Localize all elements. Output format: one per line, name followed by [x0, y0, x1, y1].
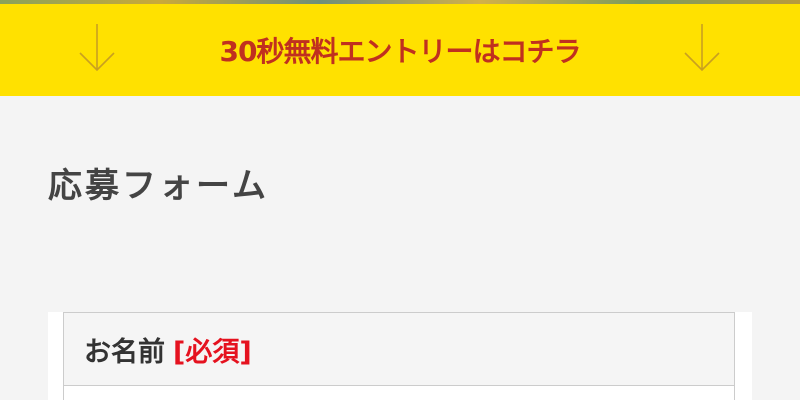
- name-field-label: お名前: [84, 336, 165, 368]
- page: 30秒無料エントリーはコチラ 応募フォーム お名前 [必須]: [0, 0, 800, 400]
- arrow-down-icon: [79, 24, 115, 72]
- form-title: 応募フォーム: [48, 166, 269, 206]
- required-badge: [必須]: [173, 336, 252, 368]
- name-field-header: お名前 [必須]: [63, 312, 735, 386]
- entry-banner-link[interactable]: 30秒無料エントリーはコチラ: [0, 4, 800, 96]
- entry-banner-text[interactable]: 30秒無料エントリーはコチラ: [220, 30, 582, 70]
- arrow-down-icon: [684, 24, 720, 72]
- name-field-body: [63, 386, 735, 400]
